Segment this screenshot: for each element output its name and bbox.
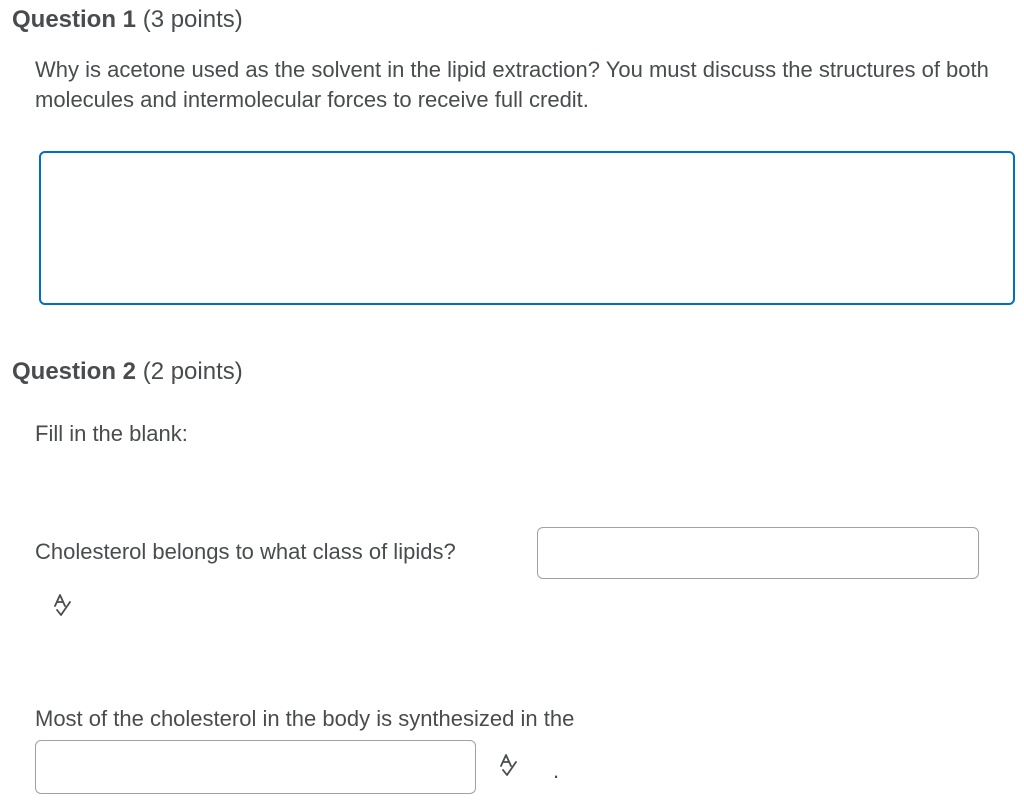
question-1-title: Question 1: [12, 6, 137, 33]
question-2-title: Question 2: [12, 358, 137, 385]
blank-2-input[interactable]: [35, 740, 476, 794]
sentence-period: .: [553, 758, 560, 783]
question-2-instruction: Fill in the blank:: [35, 421, 188, 446]
spellcheck-icon[interactable]: [51, 593, 73, 617]
blank-1-input[interactable]: [537, 527, 979, 579]
question-1-prompt: Why is acetone used as the solvent in th…: [35, 57, 989, 112]
question-2-points: (2 points): [142, 358, 243, 385]
spellcheck-icon[interactable]: [497, 753, 519, 777]
blank-1-prompt: Cholesterol belongs to what class of lip…: [35, 539, 456, 564]
question-1-heading: Question 1 (3 points): [12, 6, 243, 34]
question-1-answer-field[interactable]: [39, 151, 1015, 305]
question-2-heading: Question 2 (2 points): [12, 358, 243, 386]
question-1-points: (3 points): [142, 6, 243, 33]
blank-2-prompt: Most of the cholesterol in the body is s…: [35, 706, 575, 731]
